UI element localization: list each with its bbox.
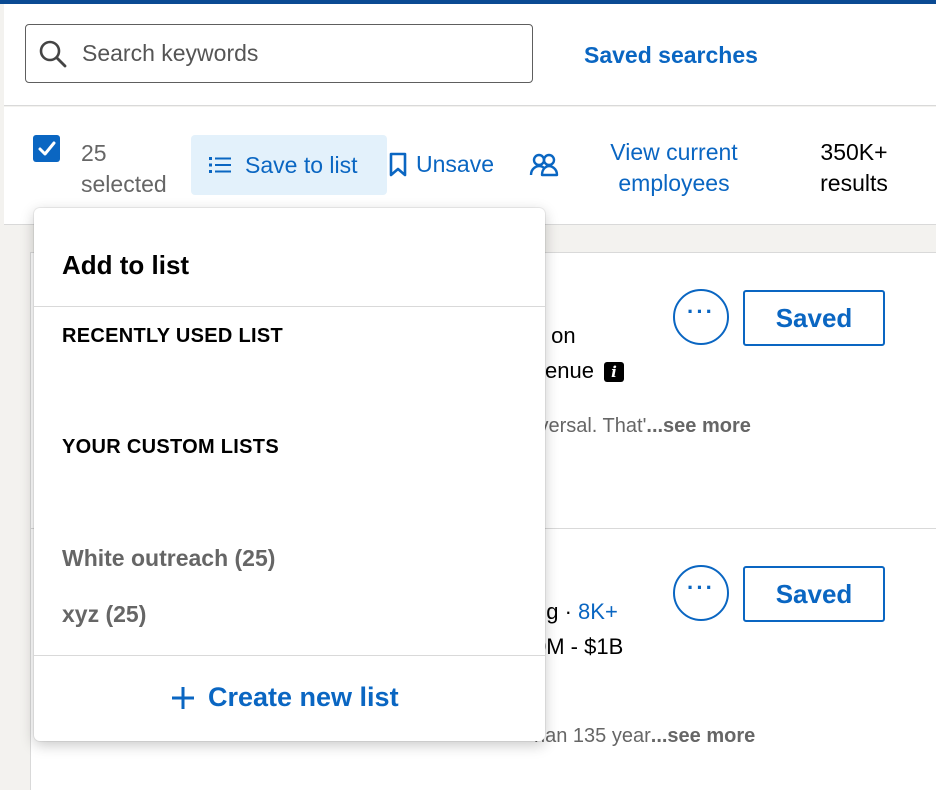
result-1-description: iversal. That'...see more (534, 415, 751, 438)
result-1-see-more[interactable]: ...see more (646, 415, 751, 437)
search-panel: Saved searches (4, 4, 936, 106)
view-current-line2: employees (618, 170, 730, 196)
result-1-more-button[interactable]: ··· (673, 289, 729, 345)
result-1-description-text: iversal. That' (534, 415, 647, 437)
unsave-button[interactable]: Unsave (388, 151, 494, 178)
result-2-saved-button[interactable]: Saved (743, 566, 885, 622)
result-1-line2: venue i (534, 358, 624, 384)
result-2-description-text: han 135 year (534, 725, 651, 747)
result-2-description: han 135 year...see more (534, 725, 755, 748)
dropdown-divider (34, 306, 545, 307)
create-new-list-label: Create new list (208, 682, 399, 712)
result-1-line1-text: on (545, 323, 576, 348)
result-2-line1: ng · 8K+ (534, 599, 618, 625)
view-current-employees-link[interactable]: View current employees (584, 137, 764, 199)
results-count-label: results (820, 170, 888, 196)
result-2-more-button[interactable]: ··· (673, 565, 729, 621)
checkmark-icon (38, 141, 55, 155)
saved-searches-link[interactable]: Saved searches (584, 42, 758, 69)
custom-lists-header: YOUR CUSTOM LISTS (62, 436, 279, 458)
custom-list-item[interactable]: xyz (25) (62, 601, 146, 628)
add-to-list-dropdown: Add to list RECENTLY USED LIST YOUR CUST… (34, 208, 545, 741)
bookmark-icon (389, 152, 407, 176)
selected-count: 25 selected (81, 138, 191, 200)
results-count-number: 350K+ (820, 139, 888, 165)
select-all-checkbox[interactable] (33, 135, 60, 162)
dropdown-title: Add to list (62, 250, 190, 280)
list-icon (209, 157, 231, 173)
create-new-list-button[interactable]: Create new list (172, 682, 399, 713)
custom-list-item[interactable]: White outreach (25) (62, 545, 275, 572)
search-icon (39, 40, 67, 68)
more-icon: ··· (687, 575, 715, 600)
result-2-line2-text: 0M - $1B (534, 634, 624, 659)
selected-count-number: 25 (81, 140, 107, 166)
view-current-line1: View current (610, 139, 738, 165)
result-2-followers-link[interactable]: 8K+ (578, 599, 618, 624)
plus-icon (172, 686, 194, 709)
dropdown-divider (34, 655, 545, 656)
selected-count-label: selected (81, 171, 167, 197)
result-2-line2: 0M - $1B (534, 634, 623, 660)
info-icon[interactable]: i (603, 362, 624, 383)
search-input[interactable] (82, 25, 522, 82)
result-1-saved-button[interactable]: Saved (743, 290, 885, 346)
recently-used-header: RECENTLY USED LIST (62, 325, 283, 347)
results-count: 350K+ results (804, 137, 904, 199)
save-to-list-button[interactable]: Save to list (191, 135, 387, 195)
save-to-list-label: Save to list (245, 151, 358, 178)
search-box[interactable] (25, 24, 533, 83)
unsave-label: Unsave (416, 151, 494, 177)
people-icon[interactable] (529, 153, 559, 182)
more-icon: ··· (687, 299, 715, 324)
result-2-see-more[interactable]: ...see more (651, 725, 756, 747)
